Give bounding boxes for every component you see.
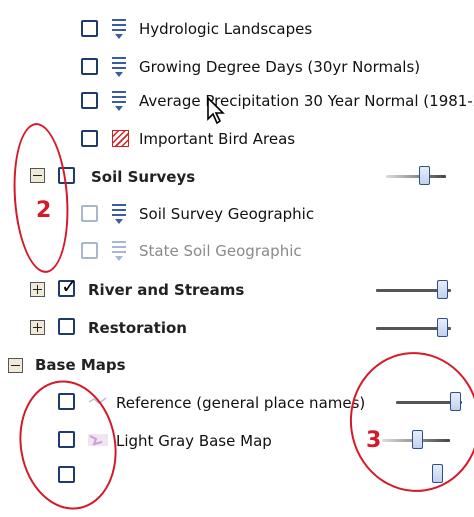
soil-geo-checkbox[interactable] bbox=[81, 205, 98, 222]
hydrologic-checkbox[interactable] bbox=[81, 20, 98, 37]
legend-icon bbox=[112, 17, 126, 39]
legend-icon bbox=[112, 202, 126, 224]
river-opacity-slider[interactable] bbox=[437, 280, 448, 299]
bird-checkbox[interactable] bbox=[81, 130, 98, 147]
expand-icon[interactable] bbox=[30, 320, 45, 335]
soil-surveys-opacity-track[interactable] bbox=[386, 175, 446, 178]
precip-checkbox[interactable] bbox=[81, 92, 98, 109]
restoration-opacity-slider[interactable] bbox=[437, 318, 448, 337]
bird-label[interactable]: Important Bird Areas bbox=[139, 130, 295, 148]
expand-icon[interactable] bbox=[30, 282, 45, 297]
river-checkbox[interactable]: ✓ bbox=[58, 276, 78, 297]
annotation-ellipse-3 bbox=[340, 343, 474, 501]
light-gray-label[interactable]: Light Gray Base Map bbox=[116, 432, 272, 450]
growing-label[interactable]: Growing Degree Days (30yr Normals) bbox=[139, 58, 420, 76]
annotation-ellipse-bottom-left bbox=[9, 372, 127, 517]
legend-icon bbox=[112, 89, 126, 111]
restoration-checkbox[interactable] bbox=[58, 318, 75, 335]
reference-label[interactable]: Reference (general place names) bbox=[116, 394, 365, 412]
precip-label[interactable]: Average Precipitation 30 Year Normal (19… bbox=[139, 92, 474, 110]
growing-checkbox[interactable] bbox=[81, 58, 98, 75]
state-soil-label[interactable]: State Soil Geographic bbox=[139, 242, 302, 260]
checkmark-icon: ✓ bbox=[61, 274, 78, 298]
mouse-cursor-icon bbox=[207, 97, 225, 125]
annotation-number-3: 3 bbox=[366, 428, 382, 453]
soil-geo-label[interactable]: Soil Survey Geographic bbox=[139, 205, 314, 223]
collapse-icon[interactable] bbox=[8, 358, 23, 373]
legend-icon bbox=[112, 239, 126, 261]
annotation-number-2: 2 bbox=[36, 198, 52, 223]
soil-surveys-label[interactable]: Soil Surveys bbox=[91, 168, 195, 186]
base-maps-label[interactable]: Base Maps bbox=[35, 356, 126, 374]
restoration-label[interactable]: Restoration bbox=[88, 319, 187, 337]
soil-surveys-opacity-slider[interactable] bbox=[419, 166, 430, 185]
river-label[interactable]: River and Streams bbox=[88, 281, 244, 299]
legend-icon bbox=[112, 55, 126, 77]
state-soil-checkbox[interactable] bbox=[81, 242, 98, 259]
hydrologic-label[interactable]: Hydrologic Landscapes bbox=[139, 20, 312, 38]
hatched-area-icon bbox=[112, 130, 129, 147]
